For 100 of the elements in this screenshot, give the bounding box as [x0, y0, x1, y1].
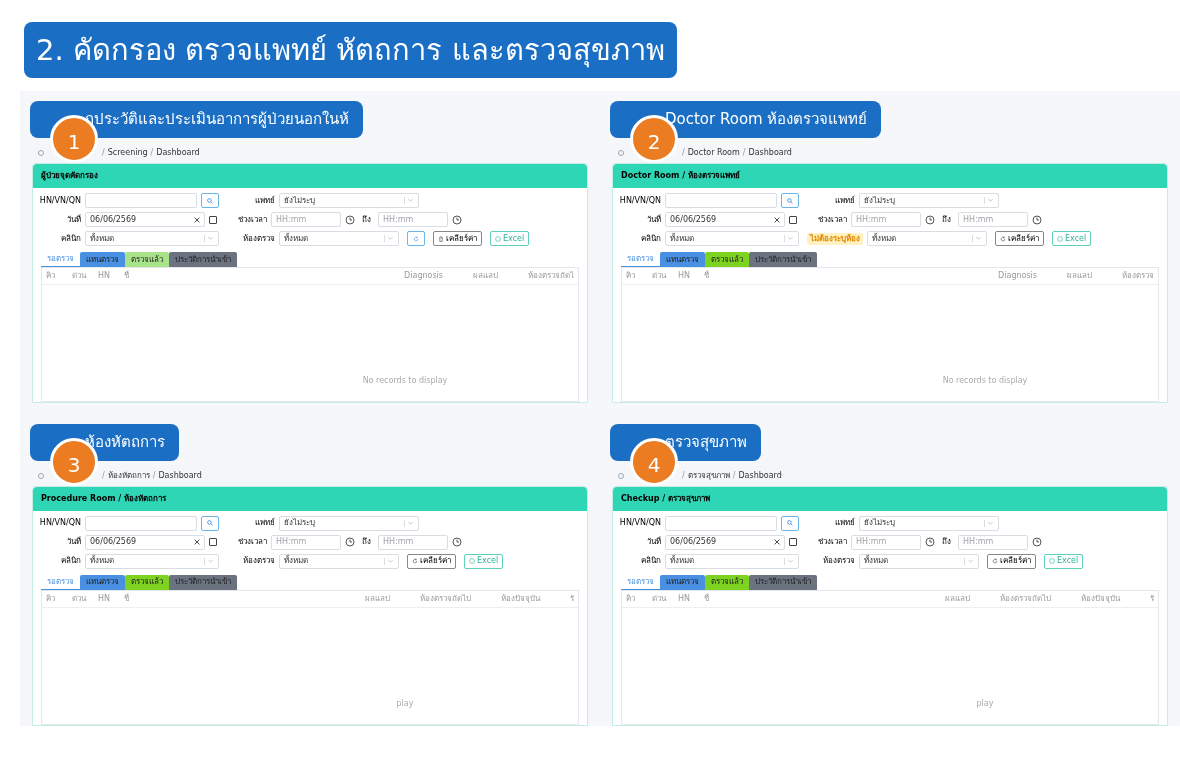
column-header: ห้องตรวจถัดไป: [420, 592, 471, 605]
room-select[interactable]: ทั้งหมด: [279, 553, 399, 569]
clear-button[interactable]: เคลียร์ค่า: [987, 553, 1036, 569]
doctor-select[interactable]: ยังไม่ระบุ: [859, 515, 999, 531]
chevron-down-icon: [207, 557, 214, 565]
hn-input[interactable]: [85, 515, 197, 531]
room-select[interactable]: ทั้งหมด: [859, 553, 979, 569]
column-header: HN: [678, 270, 691, 282]
calendar-icon[interactable]: [789, 215, 797, 224]
column-header: รั: [570, 592, 574, 605]
date-field[interactable]: 06/06/2569: [85, 534, 205, 550]
field-label: วันที่: [646, 213, 661, 226]
column-header: ด่วน: [652, 270, 668, 282]
breadcrumb-link[interactable]: Dashboard: [156, 147, 200, 159]
clear-icon[interactable]: [774, 216, 780, 223]
clock-icon[interactable]: [452, 214, 462, 225]
field-label: วันที่: [66, 213, 81, 226]
empty-message: play: [976, 697, 994, 710]
breadcrumb-link[interactable]: Dashboard: [738, 469, 782, 482]
clinic-select[interactable]: ทั้งหมด: [665, 553, 799, 569]
clear-icon[interactable]: [194, 539, 200, 545]
column-header: ห้องตรวจถัดไ: [528, 270, 574, 282]
status-tab[interactable]: ตรวจแล้ว: [125, 252, 169, 267]
trash-icon: [438, 235, 444, 242]
field-label: ช่วงเวลา: [237, 536, 267, 548]
status-tab[interactable]: แทนตรวจ: [80, 574, 125, 590]
field-label: คลินิก: [60, 232, 81, 245]
status-tab[interactable]: แทนตรวจ: [660, 252, 705, 267]
field-label: คลินิก: [640, 555, 661, 567]
column-header: ห้องตรวจ: [1122, 270, 1154, 282]
clinic-select[interactable]: ทั้งหมด: [665, 231, 799, 246]
field-label: ถึง: [362, 213, 371, 226]
column-header: รั: [1150, 592, 1154, 605]
hn-input[interactable]: [665, 515, 777, 531]
clock-icon[interactable]: [925, 537, 935, 547]
status-tab[interactable]: แทนตรวจ: [660, 574, 705, 590]
clock-icon[interactable]: [1032, 537, 1042, 547]
clinic-select[interactable]: ทั้งหมด: [85, 231, 219, 246]
clock-icon[interactable]: [452, 537, 462, 547]
doctor-select[interactable]: ยังไม่ระบุ: [279, 515, 419, 531]
breadcrumb-link[interactable]: Dashboard: [748, 147, 792, 159]
search-icon: [787, 197, 793, 204]
status-badge: ไม่ต้องระบุห้อง: [807, 232, 863, 245]
clinic-select[interactable]: ทั้งหมด: [85, 553, 219, 569]
column-header: คิว: [46, 592, 56, 605]
breadcrumb-link[interactable]: Doctor Room: [687, 147, 740, 159]
date-field[interactable]: 06/06/2569: [665, 534, 785, 550]
breadcrumb-link[interactable]: Screening: [107, 147, 148, 159]
hn-input[interactable]: [85, 193, 197, 208]
breadcrumb-link[interactable]: ห้องหัตถการ: [107, 469, 150, 482]
clear-icon[interactable]: [194, 216, 200, 223]
field-label: แพทย์: [254, 517, 275, 529]
empty-message: No records to display: [942, 375, 1028, 387]
download-icon: [1057, 235, 1063, 242]
empty-message: play: [396, 697, 414, 710]
card-header: ผู้ป่วยจุดคัดกรอง: [33, 164, 587, 188]
field-label: คลินิก: [60, 555, 81, 567]
date-field[interactable]: 06/06/2569: [85, 212, 205, 227]
calendar-icon[interactable]: [789, 538, 797, 546]
column-header: HN: [98, 592, 111, 605]
download-icon: [495, 235, 501, 242]
field-label: HN/VN/QN: [38, 194, 81, 207]
field-label: แพทย์: [834, 517, 855, 529]
chevron-down-icon: [787, 557, 794, 565]
status-tab[interactable]: ตรวจแล้ว: [705, 252, 749, 267]
column-header: คิว: [626, 592, 636, 605]
breadcrumb-link[interactable]: ตรวจสุขภาพ: [687, 469, 730, 482]
field-label: HN/VN/QN: [618, 517, 661, 529]
empty-message: No records to display: [362, 375, 448, 387]
chevron-down-icon: [387, 235, 394, 242]
calendar-icon[interactable]: [209, 215, 217, 224]
calendar-icon[interactable]: [209, 538, 217, 546]
clear-icon[interactable]: [774, 539, 780, 545]
room-select[interactable]: ทั้งหมด: [867, 231, 987, 246]
status-tab[interactable]: แทนตรวจ: [80, 252, 125, 267]
room-select[interactable]: ทั้งหมด: [279, 231, 399, 246]
status-tab[interactable]: ตรวจแล้ว: [125, 574, 169, 590]
clear-button[interactable]: เคลียร์ค่า: [995, 231, 1044, 246]
clear-button[interactable]: เคลียร์ค่า: [407, 553, 456, 569]
clock-icon[interactable]: [345, 214, 355, 225]
clock-icon[interactable]: [925, 214, 935, 225]
breadcrumb-link[interactable]: Dashboard: [158, 469, 202, 482]
clock-icon[interactable]: [1032, 214, 1042, 225]
clock-icon[interactable]: [345, 537, 355, 547]
card-header: Procedure Room / ห้องหัตถการ: [33, 486, 587, 511]
card-header: Doctor Room / ห้องตรวจแพทย์: [613, 164, 1167, 188]
doctor-select[interactable]: ยังไม่ระบุ: [279, 193, 419, 208]
field-label: แพทย์: [254, 194, 275, 207]
column-header: Diagnosis: [998, 270, 1037, 282]
download-icon: [469, 558, 475, 564]
field-label: HN/VN/QN: [38, 517, 81, 529]
card-header: Checkup / ตรวจสุขภาพ: [613, 486, 1167, 511]
doctor-select[interactable]: ยังไม่ระบุ: [859, 193, 999, 208]
hn-input[interactable]: [665, 193, 777, 208]
column-header: คิว: [626, 270, 636, 282]
field-label: วันที่: [646, 536, 661, 548]
field-label: ถึง: [362, 536, 371, 548]
status-tab[interactable]: ตรวจแล้ว: [705, 574, 749, 590]
clear-button[interactable]: เคลียร์ค่า: [433, 231, 482, 246]
date-field[interactable]: 06/06/2569: [665, 212, 785, 227]
